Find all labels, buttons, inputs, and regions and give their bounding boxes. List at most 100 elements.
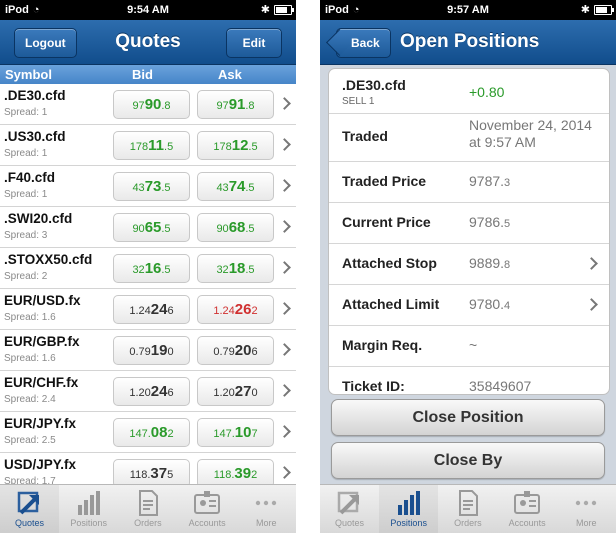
quote-row[interactable]: EUR/CHF.fx Spread: 2.4 1.20246 1.20270 xyxy=(0,371,296,412)
bid-price-button[interactable]: 17811.5 xyxy=(113,131,190,160)
bid-price-big: 90 xyxy=(144,96,162,113)
nav-bar: Logout Quotes Edit xyxy=(0,20,296,65)
orders-document-icon xyxy=(438,489,497,517)
ask-price-pre: 147. xyxy=(213,428,235,440)
accounts-card-icon xyxy=(498,489,557,517)
tab-more[interactable]: More xyxy=(237,485,296,533)
quote-row[interactable]: EUR/USD.fx Spread: 1.6 1.24246 1.24262 xyxy=(0,289,296,330)
tab-orders[interactable]: Orders xyxy=(118,485,177,533)
position-symbol: .DE30.cfd xyxy=(342,77,406,93)
tab-label: Orders xyxy=(134,518,162,528)
tab-accounts[interactable]: Accounts xyxy=(178,485,237,533)
quote-symbol: .SWI20.cfd xyxy=(4,211,73,226)
tab-orders[interactable]: Orders xyxy=(438,485,497,533)
detail-label: Traded Price xyxy=(342,172,427,189)
ask-price-big: 39 xyxy=(234,465,252,482)
ask-price-pre: 90 xyxy=(216,223,229,235)
bid-price-pre: 97 xyxy=(132,100,145,112)
bid-price-pre: 43 xyxy=(132,182,145,194)
quote-row[interactable]: .SWI20.cfd Spread: 3 9065.5 9068.5 xyxy=(0,207,296,248)
tab-positions[interactable]: Positions xyxy=(379,485,439,533)
bid-price-post: 6 xyxy=(167,305,174,317)
ask-price-button[interactable]: 4374.5 xyxy=(197,172,274,201)
close-position-button[interactable]: Close Position xyxy=(331,399,605,436)
bid-price-button[interactable]: 9065.5 xyxy=(113,213,190,242)
bid-price-pre: 178 xyxy=(129,141,149,153)
tab-accounts[interactable]: Accounts xyxy=(498,485,557,533)
ask-price-post: .5 xyxy=(245,223,255,235)
chevron-right-icon xyxy=(278,179,291,192)
bid-price-button[interactable]: 147.082 xyxy=(113,418,190,447)
ask-price-button[interactable]: 147.107 xyxy=(197,418,274,447)
page-title: Open Positions xyxy=(400,31,540,52)
ask-price-post: 2 xyxy=(251,305,258,317)
back-button[interactable]: Back xyxy=(336,28,391,58)
close-by-button[interactable]: Close By xyxy=(331,442,605,479)
detail-value: 9780.4 xyxy=(469,296,510,312)
orders-document-icon xyxy=(118,489,177,517)
bid-price-button[interactable]: 1.20246 xyxy=(113,377,190,406)
accounts-card-icon xyxy=(178,489,237,517)
quote-row[interactable]: .US30.cfd Spread: 1 17811.5 17812.5 xyxy=(0,125,296,166)
edit-button[interactable]: Edit xyxy=(226,28,282,58)
quote-row[interactable]: .F40.cfd Spread: 1 4373.5 4374.5 xyxy=(0,166,296,207)
tab-more[interactable]: More xyxy=(557,485,616,533)
ask-price-button[interactable]: 0.79206 xyxy=(197,336,274,365)
ask-price-big: 20 xyxy=(234,342,252,359)
ask-price-button[interactable]: 3218.5 xyxy=(197,254,274,283)
tab-label: Orders xyxy=(454,518,482,528)
battery-icon xyxy=(274,5,294,15)
quote-symbol: .US30.cfd xyxy=(4,129,66,144)
bid-price-pre: 1.24 xyxy=(129,305,151,317)
ask-price-pre: 97 xyxy=(216,100,229,112)
bid-price-button[interactable]: 0.79190 xyxy=(113,336,190,365)
clock: 9:54 AM xyxy=(127,4,169,16)
ask-price-button[interactable]: 9791.8 xyxy=(197,90,274,119)
ask-price-button[interactable]: 9068.5 xyxy=(197,213,274,242)
chevron-right-icon xyxy=(278,220,291,233)
position-detail-row[interactable]: Attached Stop 9889.8 xyxy=(329,243,609,285)
quote-spread: Spread: 1 xyxy=(4,148,48,159)
quote-row[interactable]: .STOXX50.cfd Spread: 2 3216.5 3218.5 xyxy=(0,248,296,289)
quote-row[interactable]: EUR/JPY.fx Spread: 2.5 147.082 147.107 xyxy=(0,412,296,453)
quote-spread: Spread: 3 xyxy=(4,230,48,241)
detail-value: 9787.3 xyxy=(469,173,510,189)
tab-quotes[interactable]: Quotes xyxy=(0,485,59,533)
tab-positions[interactable]: Positions xyxy=(59,485,118,533)
ask-price-big: 68 xyxy=(228,219,246,236)
ask-price-post: .8 xyxy=(245,100,255,112)
bid-price-button[interactable]: 9790.8 xyxy=(113,90,190,119)
ask-price-button[interactable]: 1.24262 xyxy=(197,295,274,324)
quote-symbol: EUR/GBP.fx xyxy=(4,334,80,349)
ask-price-pre: 1.24 xyxy=(213,305,235,317)
tab-label: More xyxy=(576,518,597,528)
detail-label: Margin Req. xyxy=(342,336,423,353)
chevron-right-icon xyxy=(278,302,291,315)
quote-row[interactable]: .DE30.cfd Spread: 1 9790.8 9791.8 xyxy=(0,84,296,125)
bid-price-big: 19 xyxy=(150,342,168,359)
bid-price-big: 65 xyxy=(144,219,162,236)
ask-price-pre: 118. xyxy=(213,469,235,481)
quote-row[interactable]: EUR/GBP.fx Spread: 1.6 0.79190 0.79206 xyxy=(0,330,296,371)
ask-price-button[interactable]: 17812.5 xyxy=(197,131,274,160)
bid-price-pre: 1.20 xyxy=(129,387,151,399)
quote-symbol: .STOXX50.cfd xyxy=(4,252,93,267)
bid-price-button[interactable]: 3216.5 xyxy=(113,254,190,283)
ask-price-button[interactable]: 1.20270 xyxy=(197,377,274,406)
detail-value: November 24, 2014 at 9:57 AM xyxy=(469,117,592,150)
bid-price-post: 0 xyxy=(167,346,174,358)
detail-value: 9786.5 xyxy=(469,214,510,230)
bid-price-big: 08 xyxy=(150,424,168,441)
position-detail-row: Traded November 24, 2014 at 9:57 AM xyxy=(329,113,609,162)
bid-price-button[interactable]: 1.24246 xyxy=(113,295,190,324)
position-summary-row: .DE30.cfd SELL 1 +0.80 xyxy=(329,69,609,114)
more-dots-icon xyxy=(237,489,296,517)
chevron-right-icon xyxy=(278,425,291,438)
detail-value-decimal: 5 xyxy=(504,217,511,230)
tab-label: Accounts xyxy=(188,518,226,528)
bid-price-button[interactable]: 4373.5 xyxy=(113,172,190,201)
bid-price-pre: 0.79 xyxy=(129,346,151,358)
bid-price-post: .5 xyxy=(164,141,174,153)
position-detail-row[interactable]: Attached Limit 9780.4 xyxy=(329,284,609,326)
tab-quotes[interactable]: Quotes xyxy=(320,485,379,533)
